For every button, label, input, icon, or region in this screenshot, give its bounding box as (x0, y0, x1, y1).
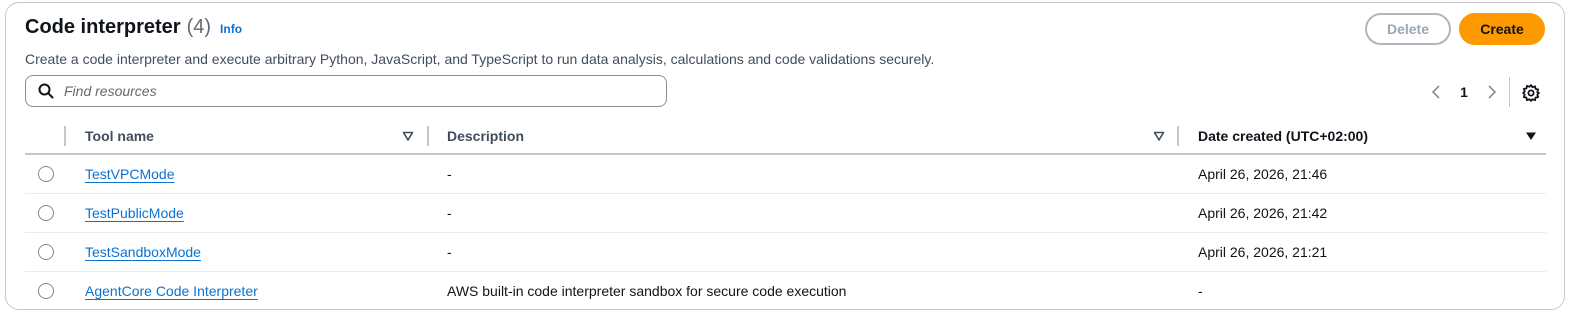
previous-page-button[interactable] (1426, 82, 1446, 102)
page-title: Code interpreter (25, 16, 181, 38)
search-input[interactable] (62, 82, 646, 100)
table-row[interactable]: TestVPCMode - April 26, 2026, 21:46 (25, 155, 1546, 194)
description-cell: AWS built-in code interpreter sandbox fo… (447, 283, 847, 299)
column-header-description[interactable]: Description (447, 119, 524, 153)
table-row[interactable]: AgentCore Code Interpreter AWS built-in … (25, 272, 1546, 310)
search-field[interactable] (25, 75, 667, 107)
tool-name-link[interactable]: TestSandboxMode (85, 244, 201, 260)
date-created-cell: April 26, 2026, 21:42 (1198, 205, 1328, 221)
chevron-right-icon (1488, 85, 1497, 99)
tool-name-link[interactable]: TestPublicMode (85, 205, 184, 221)
settings-gear-icon (1521, 83, 1541, 103)
row-select-radio[interactable] (38, 244, 54, 260)
chevron-left-icon (1431, 85, 1440, 99)
date-created-cell: April 26, 2026, 21:21 (1198, 244, 1328, 260)
table-row[interactable]: TestSandboxMode - April 26, 2026, 21:21 (25, 233, 1546, 272)
pagination: 1 (1426, 79, 1502, 105)
create-button[interactable]: Create (1459, 13, 1545, 45)
column-header-date-created[interactable]: Date created (UTC+02:00) (1198, 119, 1368, 153)
column-header-tool-name[interactable]: Tool name (85, 119, 154, 153)
row-select-radio[interactable] (38, 166, 54, 182)
column-divider[interactable] (64, 126, 66, 146)
sort-caret-icon[interactable] (1153, 130, 1165, 142)
resources-table: Tool name Description Date created (UTC+… (25, 119, 1546, 310)
description-cell: - (447, 166, 452, 182)
tool-name-link[interactable]: AgentCore Code Interpreter (85, 283, 258, 299)
sort-caret-icon[interactable] (1525, 130, 1537, 142)
table-row[interactable]: TestPublicMode - April 26, 2026, 21:42 (25, 194, 1546, 233)
row-select-radio[interactable] (38, 283, 54, 299)
table-header: Tool name Description Date created (UTC+… (25, 119, 1546, 155)
date-created-cell: - (1198, 283, 1203, 299)
search-icon (38, 83, 54, 99)
page-description: Create a code interpreter and execute ar… (25, 51, 935, 67)
info-link[interactable]: Info (220, 22, 242, 36)
current-page-number[interactable]: 1 (1446, 84, 1482, 100)
column-divider[interactable] (1177, 126, 1179, 146)
date-created-cell: April 26, 2026, 21:46 (1198, 166, 1328, 182)
description-cell: - (447, 244, 452, 260)
resource-count: (4) (186, 16, 212, 38)
column-divider[interactable] (427, 126, 429, 146)
sort-caret-icon[interactable] (402, 130, 414, 142)
pagination-divider (1509, 77, 1510, 107)
preferences-button[interactable] (1521, 83, 1541, 103)
code-interpreter-panel: Code interpreter (4) Info Create a code … (5, 2, 1565, 310)
tool-name-link[interactable]: TestVPCMode (85, 166, 174, 182)
header-title-row: Code interpreter (4) Info (25, 16, 242, 39)
delete-button[interactable]: Delete (1365, 13, 1451, 45)
row-select-radio[interactable] (38, 205, 54, 221)
next-page-button[interactable] (1482, 82, 1502, 102)
description-cell: - (447, 205, 452, 221)
